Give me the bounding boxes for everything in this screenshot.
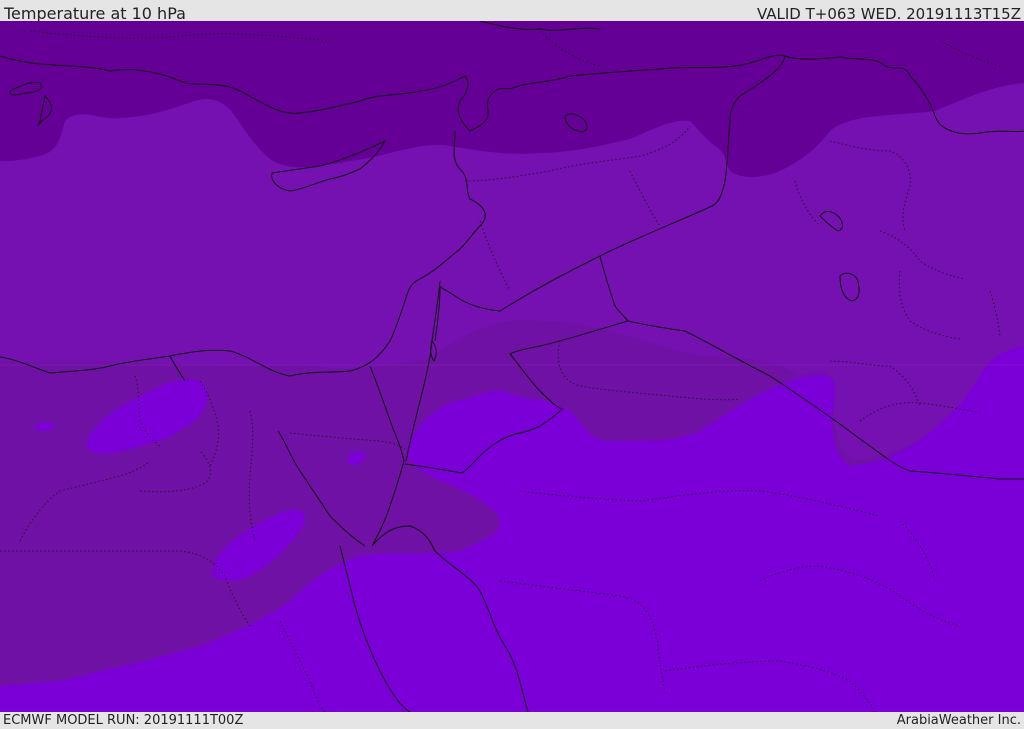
- weather-map: [0, 21, 1024, 712]
- header-bar: Temperature at 10 hPa VALID T+063 WED. 2…: [0, 0, 1024, 23]
- model-run: ECMWF MODEL RUN: 20191111T00Z: [3, 713, 244, 728]
- map-canvas: [0, 21, 1024, 712]
- map-viewer: Temperature at 10 hPa VALID T+063 WED. 2…: [0, 0, 1024, 729]
- credit-text: ArabiaWeather Inc.: [896, 713, 1021, 728]
- footer-bar: ECMWF MODEL RUN: 20191111T00Z ArabiaWeat…: [0, 712, 1024, 729]
